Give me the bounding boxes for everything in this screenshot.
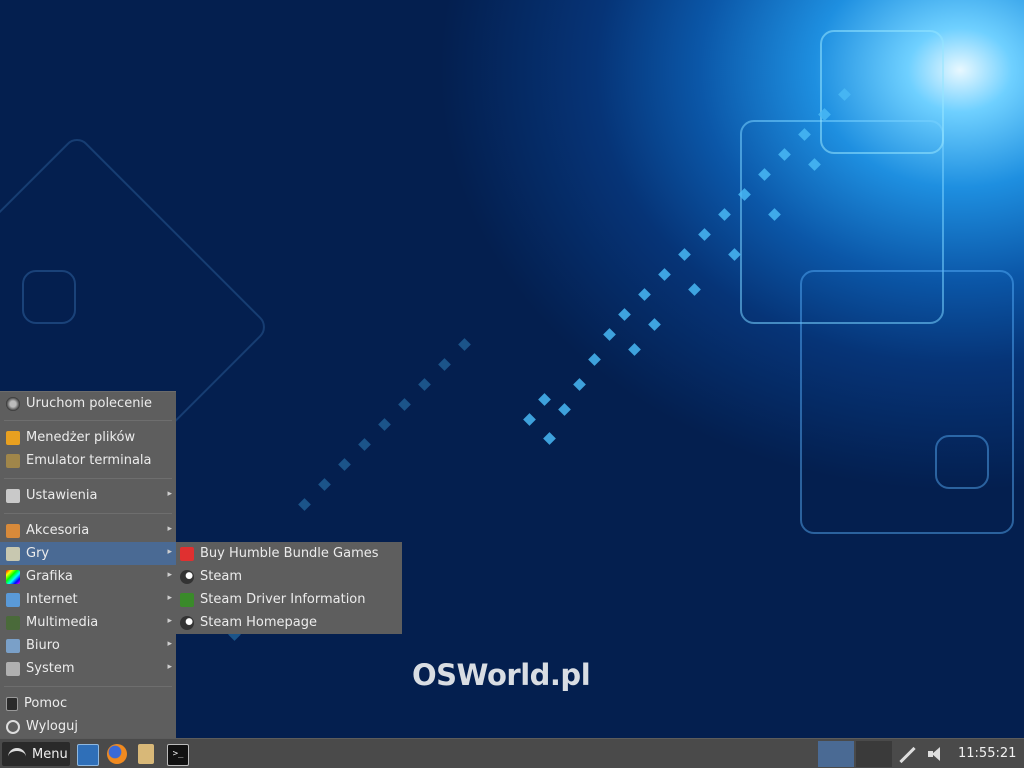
menu-separator [4, 478, 172, 479]
file-manager-launcher-icon[interactable] [77, 744, 99, 766]
menu-item-help[interactable]: Pomoc [0, 692, 176, 715]
wallpaper-shape [800, 270, 1014, 534]
steam-icon [180, 569, 194, 584]
taskbar: Menu >_ 11:55:21 [0, 738, 1024, 768]
application-menu: Uruchom polecenie Menedżer plików Emulat… [0, 391, 176, 738]
submenu-item-steam-driver-info[interactable]: Steam Driver Information [176, 588, 402, 611]
menu-separator [4, 513, 172, 514]
humble-bundle-icon [180, 546, 194, 561]
submenu-arrow-icon: ▸ [167, 547, 172, 557]
menu-item-internet[interactable]: Internet ▸ [0, 588, 176, 611]
system-icon [6, 661, 20, 676]
menu-item-system[interactable]: System ▸ [0, 657, 176, 680]
submenu-arrow-icon: ▸ [167, 593, 172, 603]
file-manager-icon [6, 430, 20, 445]
accessories-icon [6, 523, 20, 538]
menu-item-terminal-emulator[interactable]: Emulator terminala [0, 449, 176, 472]
workspace-2[interactable] [856, 741, 892, 767]
wallpaper-shape [820, 30, 944, 154]
driver-info-icon [180, 592, 194, 607]
steam-icon [180, 615, 194, 630]
run-icon [6, 396, 20, 411]
internet-icon [6, 592, 20, 607]
submenu-arrow-icon: ▸ [167, 524, 172, 534]
submenu-arrow-icon: ▸ [167, 662, 172, 672]
menu-item-office[interactable]: Biuro ▸ [0, 634, 176, 657]
menu-item-graphics[interactable]: Grafika ▸ [0, 565, 176, 588]
games-submenu: Buy Humble Bundle Games Steam Steam Driv… [176, 542, 402, 634]
firefox-icon[interactable] [107, 744, 127, 764]
menu-button[interactable]: Menu [2, 742, 70, 766]
graphics-icon [6, 569, 20, 584]
settings-icon [6, 488, 20, 503]
menu-logo-icon [8, 747, 26, 761]
volume-icon[interactable] [928, 747, 946, 761]
menu-item-multimedia[interactable]: Multimedia ▸ [0, 611, 176, 634]
submenu-arrow-icon: ▸ [167, 639, 172, 649]
brand-logo-text: OSWorld.pl [412, 658, 591, 692]
menu-item-settings[interactable]: Ustawienia ▸ [0, 484, 176, 507]
submenu-arrow-icon: ▸ [167, 616, 172, 626]
menu-item-file-manager[interactable]: Menedżer plików [0, 426, 176, 449]
submenu-arrow-icon: ▸ [167, 570, 172, 580]
help-icon [6, 696, 18, 711]
terminal-launcher-icon[interactable]: >_ [167, 744, 189, 766]
menu-separator [4, 420, 172, 421]
menu-item-run-command[interactable]: Uruchom polecenie [0, 392, 176, 415]
workspace-1[interactable] [818, 741, 854, 767]
office-icon [6, 638, 20, 653]
games-icon [6, 546, 20, 561]
submenu-item-steam[interactable]: Steam [176, 565, 402, 588]
multimedia-icon [6, 615, 20, 630]
clock[interactable]: 11:55:21 [958, 746, 1016, 761]
menu-item-logout[interactable]: Wyloguj [0, 715, 176, 738]
logout-icon [6, 719, 20, 734]
menu-separator [4, 686, 172, 687]
network-icon[interactable] [898, 745, 918, 764]
terminal-icon [6, 453, 20, 468]
submenu-item-steam-homepage[interactable]: Steam Homepage [176, 611, 402, 634]
menu-item-games[interactable]: Gry ▸ [0, 542, 176, 565]
folder-icon[interactable] [138, 744, 154, 764]
wallpaper-shape [22, 270, 76, 324]
menu-item-accessories[interactable]: Akcesoria ▸ [0, 519, 176, 542]
submenu-arrow-icon: ▸ [167, 489, 172, 499]
wallpaper-shape [935, 435, 989, 489]
submenu-item-buy-humble-bundle[interactable]: Buy Humble Bundle Games [176, 542, 402, 565]
